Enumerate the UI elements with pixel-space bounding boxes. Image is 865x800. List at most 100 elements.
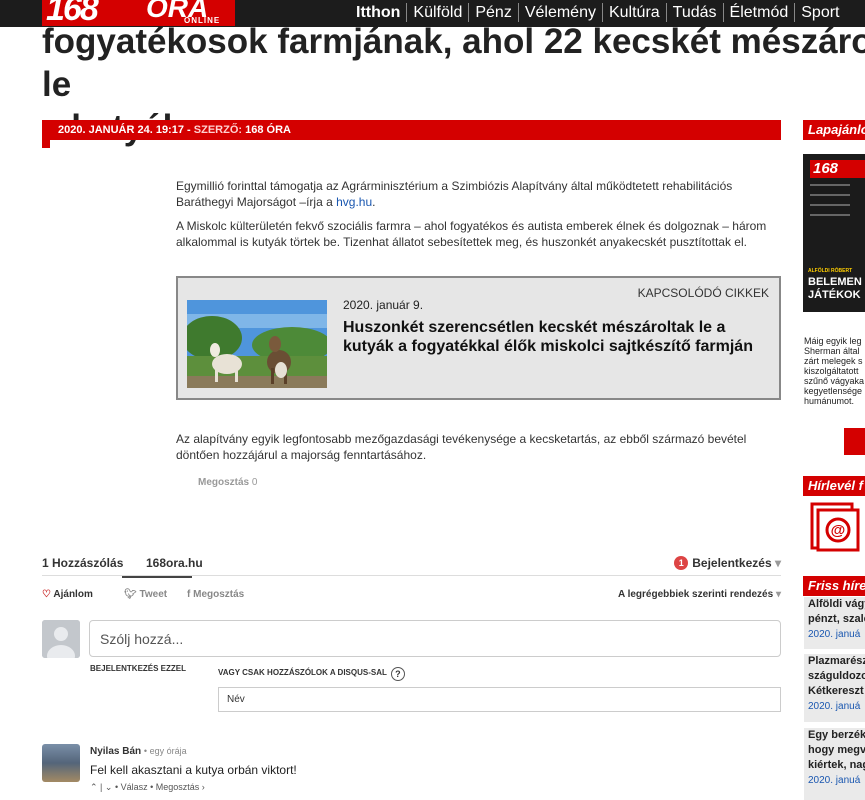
login-label: Bejelentkezés bbox=[692, 556, 772, 570]
active-tab-underline bbox=[122, 576, 192, 578]
disqus-site[interactable]: 168ora.hu bbox=[146, 556, 203, 570]
desc-line: zárt melegek s bbox=[804, 356, 863, 366]
fresh-news-date: 2020. januá bbox=[808, 775, 861, 786]
goats-image bbox=[187, 300, 327, 388]
related-thumbnail[interactable] bbox=[187, 300, 327, 388]
cover-line bbox=[810, 214, 850, 216]
fresh-news-title: kiértek, nag bbox=[808, 759, 865, 771]
share-button[interactable]: f Megosztás bbox=[187, 589, 244, 600]
magazine-cover[interactable]: 168 ALFÖLDI RÓBERT BELEMEN JÁTÉKOK bbox=[803, 154, 865, 312]
twitter-icon: 🐦︎ bbox=[124, 589, 137, 600]
headline-line-1: fogyatékosok farmjának, ahol 22 kecskét … bbox=[42, 22, 865, 104]
comment-text: Fel kell akasztani a kutya orbán viktort… bbox=[90, 763, 297, 777]
fresh-news-item[interactable]: Egy berzék hogy megve kiértek, nag 2020.… bbox=[804, 728, 865, 800]
desc-line: szűnő vágyaka bbox=[804, 376, 865, 386]
desc-line: Sherman által bbox=[804, 346, 860, 356]
fresh-news-date: 2020. januá bbox=[808, 701, 861, 712]
user-avatar bbox=[42, 620, 80, 658]
magazine-headline: BELEMEN JÁTÉKOK bbox=[808, 276, 862, 302]
cover-line bbox=[810, 184, 850, 186]
downvote-icon[interactable]: ⌄ bbox=[105, 782, 113, 792]
comment-header: Nyilas Bán • egy órája bbox=[90, 746, 187, 757]
comment-input[interactable]: Szólj hozzá... bbox=[89, 620, 781, 657]
svg-text:@: @ bbox=[831, 522, 846, 539]
article-share[interactable]: Megosztás 0 bbox=[198, 477, 257, 488]
recommend-button[interactable]: ♡ Ajánlom bbox=[42, 589, 93, 600]
share-label: Megosztás bbox=[198, 477, 250, 488]
disqus-actions: ♡ Ajánlom 🐦︎ Tweet f Megosztás A legrége… bbox=[42, 589, 781, 603]
fresh-news-title: Alföldi vágy bbox=[808, 598, 865, 610]
related-date: 2020. január 9. bbox=[343, 298, 424, 312]
fresh-news-item[interactable]: Plazmarész száguldozo Kétkereszt 2020. j… bbox=[804, 654, 865, 722]
fresh-news-head: Friss hírek bbox=[803, 576, 865, 596]
share-button-label: Megosztás bbox=[193, 589, 245, 600]
related-label: KAPCSOLÓDÓ CIKKEK bbox=[637, 286, 769, 300]
recommend-label: Ajánlom bbox=[53, 589, 93, 600]
sort-dropdown[interactable]: A legrégebbiek szerinti rendezés ▾ bbox=[618, 589, 781, 600]
tweet-label: Tweet bbox=[139, 589, 168, 600]
hvg-link[interactable]: hvg.hu bbox=[336, 195, 372, 209]
fresh-news-title: Egy berzék bbox=[808, 729, 865, 741]
chevron-down-icon: ▾ bbox=[775, 589, 781, 600]
notification-badge: 1 bbox=[674, 556, 689, 570]
login-button[interactable]: 1 Bejelentkezés ▾ bbox=[674, 556, 781, 570]
chevron-down-icon: ▾ bbox=[774, 556, 781, 570]
desc-line: Máig egyik leg bbox=[804, 336, 862, 346]
guest-signup-text: VAGY CSAK HOZZÁSZÓLOK A DISQUS-SAL bbox=[218, 668, 387, 677]
fresh-news-date: 2020. januá bbox=[808, 629, 861, 640]
tweet-button[interactable]: 🐦︎ Tweet bbox=[124, 589, 167, 600]
desc-line: kegyetlensége bbox=[804, 386, 863, 396]
magazine-logo: 168 bbox=[810, 160, 865, 178]
article-meta: 2020. JANUÁR 24. 19:17 - SZERZŐ: 168 ÓRA bbox=[58, 124, 291, 136]
sort-label: A legrégebbiek szerinti rendezés bbox=[617, 589, 774, 600]
subscribe-button[interactable] bbox=[844, 428, 865, 455]
recommend-head: Lapajánló bbox=[803, 120, 865, 140]
facebook-icon: f bbox=[187, 589, 191, 600]
login-with-label: BEJELENTKEZÉS EZZEL bbox=[90, 664, 187, 673]
author-label: SZERZŐ: bbox=[193, 124, 243, 136]
article-date: 2020. JANUÁR 24. 19:17 bbox=[58, 124, 184, 136]
help-icon[interactable]: ? bbox=[390, 667, 405, 681]
related-title[interactable]: Huszonkét szerencsétlen kecskét mészárol… bbox=[343, 318, 763, 356]
article-paragraph-2: A Miskolc külterületén fekvő szociális f… bbox=[176, 219, 767, 249]
paragraph-1-text: Egymillió forinttal támogatja az Agrármi… bbox=[176, 179, 733, 209]
comment-footer: ⌃ | ⌄ • Válasz • Megosztás › bbox=[90, 782, 205, 792]
page: { "logo": { "number": "168", "word": "ÓR… bbox=[0, 0, 865, 800]
fresh-news-title: pénzt, szalo bbox=[808, 613, 865, 625]
magazine-kicker: ALFÖLDI RÓBERT bbox=[808, 268, 853, 274]
meta-bar-accent bbox=[42, 140, 50, 148]
magazine-title-2: JÁTÉKOK bbox=[808, 289, 861, 301]
related-article-box[interactable]: KAPCSOLÓDÓ CIKKEK 2020. január 9. Huszon… bbox=[176, 276, 781, 400]
fresh-news-title: száguldozo bbox=[808, 670, 865, 682]
fresh-news-item[interactable]: Alföldi vágy pénzt, szalo 2020. januá bbox=[804, 597, 865, 649]
comment-count[interactable]: 1 Hozzászólás bbox=[42, 556, 123, 570]
newsletter-head: Hírlevél f bbox=[803, 476, 865, 496]
cover-line bbox=[810, 204, 850, 206]
article-paragraph-3: Az alapítvány egyik legfontosabb mezőgaz… bbox=[176, 432, 747, 462]
disqus-header: 1 Hozzászólás 168ora.hu 1 Bejelentkezés ▾ bbox=[42, 556, 781, 576]
name-field[interactable]: Név bbox=[218, 687, 781, 712]
paragraph-1-end: . bbox=[372, 195, 376, 209]
email-icon: @ bbox=[810, 502, 860, 552]
newsletter-icon[interactable]: @ bbox=[808, 500, 860, 552]
upvote-icon[interactable]: ⌃ bbox=[90, 782, 98, 792]
fresh-news-title: Plazmarész bbox=[808, 655, 865, 667]
heart-icon: ♡ bbox=[42, 589, 51, 600]
fresh-news-title: hogy megve bbox=[808, 744, 865, 756]
guest-signup-label: VAGY CSAK HOZZÁSZÓLOK A DISQUS-SAL? bbox=[218, 667, 405, 681]
article-paragraph-1: Egymillió forinttal támogatja az Agrármi… bbox=[176, 178, 781, 210]
article-author[interactable]: 168 ÓRA bbox=[245, 124, 291, 136]
comment-time[interactable]: • egy órája bbox=[144, 746, 187, 756]
reply-button[interactable]: Válasz bbox=[121, 782, 148, 792]
commenter-avatar[interactable] bbox=[42, 744, 80, 782]
comment-share-button[interactable]: Megosztás › bbox=[156, 782, 205, 792]
magazine-description: Máig egyik leg Sherman által zárt melege… bbox=[804, 336, 865, 406]
desc-line: kiszolgáltatott bbox=[804, 366, 859, 376]
article-meta-bar: 2020. JANUÁR 24. 19:17 - SZERZŐ: 168 ÓRA bbox=[42, 120, 781, 140]
share-count: 0 bbox=[251, 477, 258, 488]
magazine-title-1: BELEMEN bbox=[808, 276, 862, 288]
desc-line: humánumot. bbox=[804, 396, 855, 406]
comment-author[interactable]: Nyilas Bán bbox=[90, 746, 141, 757]
avatar-placeholder-icon bbox=[42, 620, 80, 658]
fresh-news-title: Kétkereszt bbox=[808, 685, 864, 697]
